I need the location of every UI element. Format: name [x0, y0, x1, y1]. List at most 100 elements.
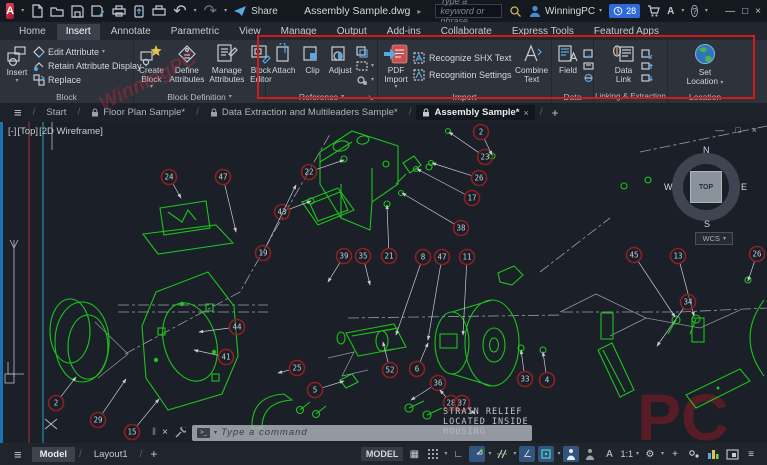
signed-in-user[interactable]: WinningPC ▾	[529, 5, 602, 17]
document-title-expand-icon[interactable]: ▸	[417, 7, 421, 16]
model-space-toggle[interactable]: MODEL	[360, 447, 404, 461]
object-snap-toggle[interactable]	[538, 446, 555, 462]
insert-block-button[interactable]: Insert ▾	[3, 42, 31, 90]
customize-command-line-icon[interactable]	[174, 426, 186, 439]
attach-button[interactable]: Attach	[269, 42, 298, 90]
combine-text-button[interactable]: Combine Text	[514, 42, 550, 91]
customize-status-bar-icon[interactable]: ≡	[743, 446, 759, 462]
retain-attribute-display-button[interactable]: Retain Attribute Display ▾	[33, 60, 148, 72]
print-button[interactable]	[152, 4, 166, 18]
download-from-source-button[interactable]	[640, 73, 653, 83]
search-input[interactable]: Type a keyword or phrase	[435, 0, 503, 26]
viewport-view-control[interactable]: [Top]	[17, 126, 38, 137]
search-icon[interactable]	[509, 4, 522, 18]
undo-caret-icon[interactable]: ▾	[194, 8, 197, 14]
annotation-visibility-toggle[interactable]	[563, 446, 580, 462]
workspace-caret-icon[interactable]: ▾	[661, 451, 664, 457]
clip-button[interactable]: Clip	[300, 42, 324, 90]
save-button[interactable]	[71, 4, 84, 18]
adjust-button[interactable]: Adjust	[326, 42, 354, 90]
help-caret-icon[interactable]: ▾	[705, 8, 708, 14]
tab-manage[interactable]: Manage	[272, 24, 326, 40]
recent-commands-caret-icon[interactable]: ▾	[214, 429, 217, 436]
object-snap-caret-icon[interactable]: ▾	[557, 451, 560, 457]
annotation-scale-caret-icon[interactable]: ▾	[636, 451, 639, 457]
new-layout-button[interactable]: +	[146, 447, 161, 461]
update-fields-button[interactable]	[583, 49, 594, 59]
command-input[interactable]: >_ ▾ Type a command	[191, 424, 532, 441]
upload-to-source-button[interactable]	[640, 61, 653, 71]
tab-home[interactable]: Home	[10, 24, 55, 40]
data-link-button[interactable]: Data Link	[609, 42, 639, 90]
save-as-button[interactable]	[91, 4, 105, 18]
viewcube-south[interactable]: S	[704, 219, 710, 229]
autodesk-logo-icon[interactable]: A	[667, 4, 674, 18]
help-button[interactable]: ?	[691, 5, 698, 17]
command-line-close-icon[interactable]: ×	[162, 427, 168, 438]
ortho-mode-toggle[interactable]: ∟	[450, 446, 466, 462]
model-tab[interactable]: Model	[31, 446, 76, 462]
viewcube-north[interactable]: N	[703, 145, 710, 155]
redo-button[interactable]: ↷	[204, 3, 217, 20]
viewcube-west[interactable]: W	[664, 182, 673, 192]
underlay-layers-button[interactable]	[356, 46, 374, 58]
object-snap-tracking-toggle[interactable]: ∠	[519, 446, 536, 462]
plot-button[interactable]	[112, 4, 126, 18]
cart-icon[interactable]	[647, 4, 660, 18]
polar-caret-icon[interactable]: ▾	[488, 451, 491, 457]
file-tab-assembly-sample[interactable]: Assembly Sample* ×	[416, 105, 535, 120]
clean-screen-toggle[interactable]	[724, 446, 740, 462]
close-button[interactable]: ×	[755, 6, 761, 17]
extract-data-button[interactable]	[640, 49, 653, 59]
polar-tracking-toggle[interactable]	[469, 446, 486, 462]
layout-tabs-menu-icon[interactable]: ≡	[8, 447, 28, 462]
graphics-performance-toggle[interactable]	[705, 446, 721, 462]
new-drawing-tab-button[interactable]: +	[548, 106, 563, 120]
set-location-button[interactable]: Set Location ▾	[682, 42, 728, 90]
tab-add-ins[interactable]: Add-ins	[378, 24, 430, 40]
hyperlink-button[interactable]	[583, 73, 594, 83]
annotation-scale-icon[interactable]: A	[601, 446, 617, 462]
autoscale-toggle[interactable]	[582, 446, 598, 462]
maximize-button[interactable]: □	[742, 6, 748, 17]
minimize-button[interactable]: —	[725, 6, 735, 17]
app-menu-caret-icon[interactable]: ▾	[21, 8, 24, 14]
recognize-shx-text-button[interactable]: Recognize SHX Text	[413, 52, 512, 64]
drawing-close-button[interactable]: ×	[752, 125, 757, 135]
undo-button[interactable]: ↶	[173, 3, 186, 20]
manage-attributes-button[interactable]: Manage Attributes	[208, 42, 246, 91]
viewport-visual-style-control[interactable]: [2D Wireframe]	[39, 126, 103, 137]
location-panel-label[interactable]: Location	[668, 90, 742, 103]
tab-insert[interactable]: Insert	[56, 24, 100, 40]
annotation-scale-value[interactable]: 1:1	[620, 449, 633, 459]
define-attributes-button[interactable]: Define Attributes	[168, 42, 206, 91]
viewcube[interactable]: N W E S TOP	[664, 145, 747, 229]
open-file-button[interactable]	[50, 4, 64, 18]
new-file-button[interactable]	[31, 4, 43, 18]
replace-block-button[interactable]: Replace	[33, 74, 148, 86]
layout1-tab[interactable]: Layout1	[86, 447, 136, 462]
reference-panel-label[interactable]: Reference ▾ ↘	[266, 90, 377, 103]
tab-output[interactable]: Output	[328, 24, 376, 40]
drawing-minimize-button[interactable]: —	[715, 125, 724, 135]
grid-display-toggle[interactable]: ▦	[406, 446, 422, 462]
data-panel-label[interactable]: Data	[552, 90, 593, 103]
create-block-button[interactable]: Create Block ▾	[137, 42, 166, 91]
workspace-switching-gear-icon[interactable]: ⚙	[642, 446, 658, 462]
command-line-grip[interactable]: ‖	[152, 427, 156, 438]
isodraft-toggle[interactable]	[494, 446, 510, 462]
tab-featured-apps[interactable]: Featured Apps	[585, 24, 668, 40]
file-tab-start[interactable]: Start	[40, 105, 72, 120]
share-button[interactable]: Share	[234, 5, 278, 17]
block-panel-label[interactable]: Block	[0, 90, 133, 103]
viewcube-east[interactable]: E	[741, 182, 747, 192]
redo-caret-icon[interactable]: ▾	[224, 8, 227, 14]
pdf-import-button[interactable]: PDF Import ▾	[381, 42, 411, 91]
tab-view[interactable]: View	[230, 24, 270, 40]
file-tab-floor-plan[interactable]: Floor Plan Sample*	[85, 105, 191, 120]
linking-extraction-panel-label[interactable]: Linking & Extraction	[594, 90, 667, 103]
edit-attribute-button[interactable]: Edit Attribute ▾	[33, 46, 148, 58]
frames-button[interactable]: ▾	[356, 60, 374, 72]
tab-parametric[interactable]: Parametric	[162, 24, 228, 40]
publish-button[interactable]	[133, 4, 145, 18]
